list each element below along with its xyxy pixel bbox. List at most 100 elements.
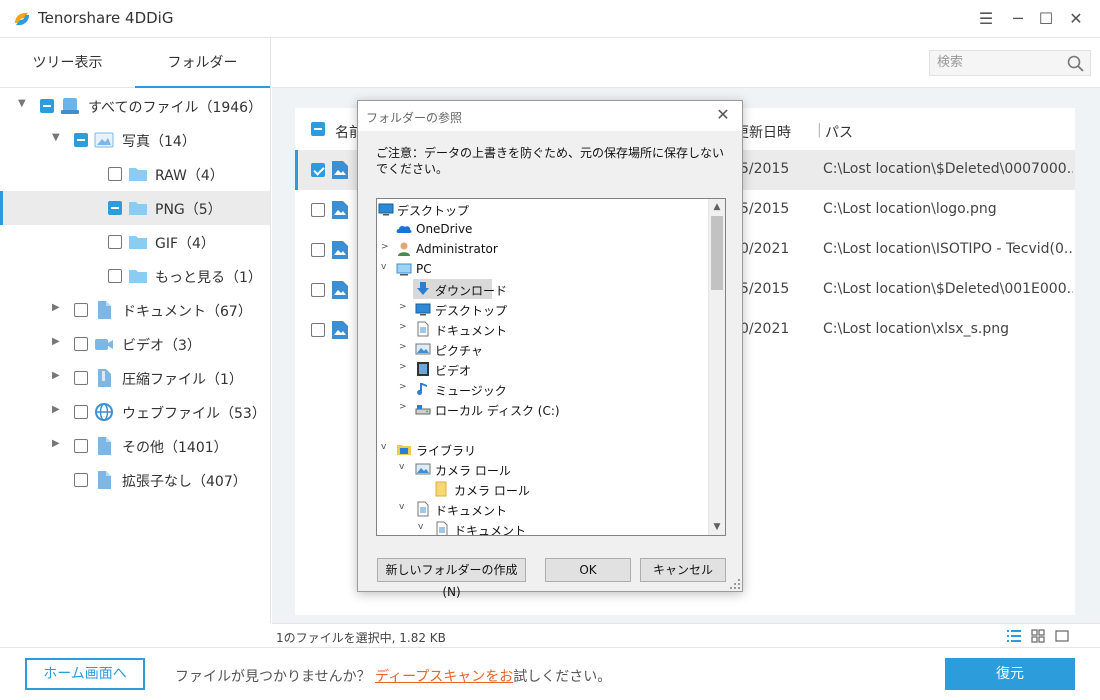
folder-tree-label: デスクトップ	[435, 304, 508, 318]
search-icon[interactable]	[1067, 55, 1084, 72]
folder-tree-item[interactable]: v ドキュメント	[377, 499, 707, 519]
tree-item-web[interactable]: ▶ ウェブファイル（53）	[0, 395, 270, 429]
dialog-title: フォルダーの参照	[366, 111, 463, 125]
collapse-arrow-icon[interactable]: v	[418, 522, 428, 534]
user-icon	[398, 242, 410, 256]
select-all-checkbox[interactable]	[311, 122, 325, 136]
desktop-icon	[415, 303, 431, 316]
expand-arrow-icon[interactable]: >	[399, 302, 409, 314]
menu-icon[interactable]: ☰	[974, 7, 998, 31]
column-modified[interactable]: 更新日時	[735, 122, 791, 142]
close-icon[interactable]: ✕	[714, 106, 732, 124]
collapse-arrow-icon[interactable]: v	[399, 462, 409, 474]
row-checkbox[interactable]	[311, 163, 325, 177]
folder-tree-item[interactable]: > ピクチャ	[377, 339, 707, 359]
checkbox[interactable]	[74, 371, 88, 385]
folder-tree-item[interactable]: v PC	[377, 259, 707, 279]
folder-tree-item-downloads[interactable]: ダウンロード	[413, 279, 507, 299]
collapse-arrow-icon[interactable]: v	[381, 442, 391, 454]
row-checkbox[interactable]	[311, 243, 325, 257]
expand-arrow-icon[interactable]: >	[399, 382, 409, 394]
checkbox[interactable]	[74, 303, 88, 317]
tab-tree-view[interactable]: ツリー表示	[0, 38, 135, 88]
folder-tree-item[interactable]: OneDrive	[377, 219, 707, 239]
scroll-down-icon[interactable]: ▼	[709, 519, 725, 535]
folder-tree-item[interactable]: > Administrator	[377, 239, 707, 259]
folder-tree-item[interactable]: v カメラ ロール	[377, 459, 707, 479]
folder-tree-item[interactable]: > ミュージック	[377, 379, 707, 399]
expand-arrow-icon[interactable]: >	[381, 242, 391, 254]
search-input[interactable]: 検索	[929, 50, 1091, 76]
ok-button[interactable]: OK	[545, 558, 631, 582]
row-checkbox[interactable]	[311, 203, 325, 217]
expand-arrow-icon[interactable]: ▶	[52, 302, 64, 316]
row-checkbox[interactable]	[311, 323, 325, 337]
resize-grip-icon[interactable]	[730, 579, 740, 589]
checkbox[interactable]	[108, 235, 122, 249]
new-folder-button[interactable]: 新しいフォルダーの作成(N)	[377, 558, 526, 599]
checkbox[interactable]	[74, 133, 88, 147]
deep-scan-link[interactable]: ディープスキャンをお	[375, 669, 513, 685]
collapse-arrow-icon[interactable]: v	[381, 262, 391, 274]
folder-tree-item[interactable]: > ビデオ	[377, 359, 707, 379]
expand-arrow-icon[interactable]: >	[399, 342, 409, 354]
folder-tree-item[interactable]: > デスクトップ	[377, 299, 707, 319]
scrollbar-thumb[interactable]	[711, 216, 723, 290]
tab-folder[interactable]: フォルダー	[135, 38, 270, 88]
tree-item-label: ビデオ（3）	[122, 338, 201, 354]
close-icon[interactable]: ✕	[1064, 7, 1088, 31]
expand-arrow-icon[interactable]: ▶	[52, 336, 64, 350]
tree-item-archive[interactable]: ▶ 圧縮ファイル（1）	[0, 361, 270, 395]
folder-tree-item[interactable]: デスクトップ	[377, 199, 707, 219]
expand-arrow-icon[interactable]: >	[399, 402, 409, 414]
tree-item-raw[interactable]: RAW（4）	[0, 157, 270, 191]
scroll-up-icon[interactable]: ▲	[709, 199, 725, 215]
folder-tree-item[interactable]: v ドキュメント	[377, 519, 707, 535]
collapse-arrow-icon[interactable]: ▼	[18, 98, 30, 112]
download-icon	[417, 282, 429, 295]
folder-tree-item[interactable]: カメラ ロール	[377, 479, 707, 499]
status-bar: 1のファイルを選択中, 1.82 KB	[272, 623, 1100, 647]
tree-item-other[interactable]: ▶ その他（1401）	[0, 429, 270, 463]
checkbox[interactable]	[108, 269, 122, 283]
list-view-icon[interactable]	[1007, 629, 1021, 643]
home-button[interactable]: ホーム画面へ	[25, 658, 145, 690]
cancel-button[interactable]: キャンセル	[640, 558, 726, 582]
tree-item-photos[interactable]: ▼ 写真（14）	[0, 123, 270, 157]
image-file-icon	[332, 161, 348, 179]
expand-arrow-icon[interactable]: ▶	[52, 370, 64, 384]
checkbox[interactable]	[74, 405, 88, 419]
collapse-arrow-icon[interactable]: v	[399, 502, 409, 514]
tree-item-more[interactable]: もっと見る（1）	[0, 259, 270, 293]
expand-arrow-icon[interactable]: >	[399, 362, 409, 374]
collapse-arrow-icon[interactable]: ▼	[52, 132, 64, 146]
checkbox[interactable]	[108, 201, 122, 215]
tree-item-documents[interactable]: ▶ ドキュメント（67）	[0, 293, 270, 327]
folder-tree-item[interactable]: v ライブラリ	[377, 439, 707, 459]
folder-tree-item[interactable]: > ローカル ディスク (C:)	[377, 399, 707, 419]
row-checkbox[interactable]	[311, 283, 325, 297]
recover-button[interactable]: 復元	[945, 658, 1075, 690]
column-path[interactable]: パス	[825, 122, 853, 142]
preview-view-icon[interactable]	[1055, 629, 1069, 643]
maximize-icon[interactable]: ☐	[1034, 7, 1058, 31]
tree-item-all-files[interactable]: ▼ すべてのファイル（1946）	[0, 89, 270, 123]
expand-arrow-icon[interactable]: >	[399, 322, 409, 334]
expand-arrow-icon[interactable]: ▶	[52, 404, 64, 418]
tree-item-no-extension[interactable]: 拡張子なし（407）	[0, 463, 270, 497]
tree-item-video[interactable]: ▶ ビデオ（3）	[0, 327, 270, 361]
checkbox[interactable]	[74, 473, 88, 487]
checkbox[interactable]	[108, 167, 122, 181]
checkbox[interactable]	[74, 337, 88, 351]
tree-item-label: 写真（14）	[122, 134, 196, 150]
expand-arrow-icon[interactable]: ▶	[52, 438, 64, 452]
minimize-icon[interactable]: ─	[1006, 7, 1030, 31]
checkbox[interactable]	[74, 439, 88, 453]
folder-tree-item[interactable]: > ドキュメント	[377, 319, 707, 339]
folder-tree-label: カメラ ロール	[435, 464, 511, 478]
grid-view-icon[interactable]	[1031, 629, 1045, 643]
folder-tree-scrollbar[interactable]: ▲ ▼	[708, 199, 725, 535]
checkbox[interactable]	[40, 99, 54, 113]
tree-item-png[interactable]: PNG（5）	[0, 191, 270, 225]
tree-item-gif[interactable]: GIF（4）	[0, 225, 270, 259]
